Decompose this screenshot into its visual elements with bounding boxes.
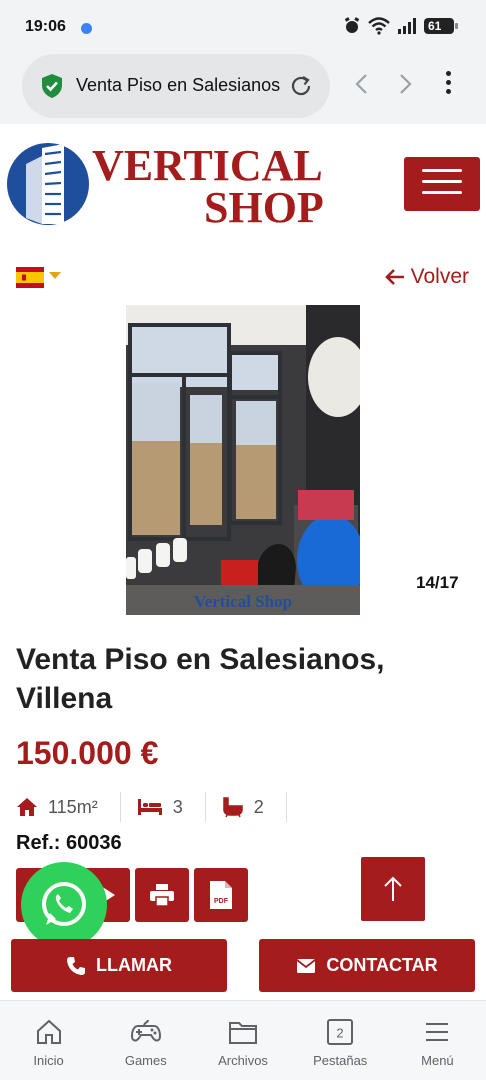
status-icons: 61 [343,17,458,35]
home-icon [36,1019,61,1044]
contact-button[interactable]: CONTACTAR [259,939,475,992]
bottom-nav-label: Inicio [33,1053,64,1068]
listing-reference: Ref.: 60036 [16,832,122,854]
listing-price: 150.000 € [16,735,159,771]
logo-text-shop: SHOP [204,183,324,232]
listing-title: Venta Piso en Salesianos, Villena [16,643,385,715]
arrow-up-icon [384,876,402,901]
battery-icon: 61 [424,18,458,34]
bedrooms-value: 3 [172,796,183,817]
spain-flag-icon[interactable] [16,267,44,288]
scroll-to-top-button[interactable] [361,857,425,921]
back-link-label: Volver [410,265,469,288]
status-bar: 19:06 61 [0,0,486,52]
hamburger-line [422,191,462,194]
site-logo[interactable]: VERTICAL SHOP [4,138,364,233]
language-dropdown-caret-icon[interactable] [49,272,61,279]
arrow-left-icon [384,269,404,285]
bottom-nav-label: Games [124,1053,167,1068]
pdf-button[interactable]: PDF [194,868,248,922]
pdf-icon: PDF [210,881,232,909]
page-title-in-address-bar[interactable]: Venta Piso en Salesianos, Villena - Vert… [76,75,281,96]
notification-dot-icon [81,23,92,34]
photo-watermark: Vertical Shop [194,592,292,611]
browser-toolbar: Venta Piso en Salesianos, Villena - Vert… [0,52,486,124]
whatsapp-icon [42,882,86,926]
phone-icon [67,956,85,975]
area-value: 115m² [48,796,98,817]
svg-text:PDF: PDF [214,898,229,905]
home-area-icon [17,798,37,816]
call-button[interactable]: LLAMAR [11,939,227,992]
back-link[interactable]: Volver [384,265,469,289]
alarm-icon [344,17,360,33]
battery-level: 61 [428,19,442,33]
envelope-icon [296,958,316,973]
hamburger-icon [426,1023,449,1041]
shield-check-icon [42,74,62,98]
print-button[interactable] [135,868,189,922]
kebab-menu-icon[interactable] [440,68,456,100]
bed-icon [137,799,162,815]
bottom-nav-tabs[interactable]: 2 Pestañas [292,1001,389,1080]
call-button-label: LLAMAR [96,955,172,975]
tabs-icon: 2 [327,1019,354,1045]
wifi-icon [368,17,390,35]
vertical-shop-logo-icon: VERTICAL SHOP [7,141,324,232]
feature-area: 115m² [16,792,121,822]
hamburger-line [422,169,462,172]
signal-icon [398,18,416,34]
contact-button-label: CONTACTAR [326,955,438,975]
bottom-nav-files[interactable]: Archivos [194,1001,291,1080]
bottom-nav-label: Archivos [218,1053,268,1068]
bottom-nav-label: Pestañas [313,1053,368,1068]
site-menu-button[interactable] [404,157,480,211]
hamburger-line [422,180,462,183]
photo-counter: 14/17 [416,573,459,592]
property-photo-image: Vertical Shop [126,305,360,615]
tab-count: 2 [337,1026,344,1041]
forward-arrow-icon[interactable] [395,72,415,96]
back-arrow-icon[interactable] [352,72,372,96]
bottom-nav-games[interactable]: Games [97,1001,194,1080]
property-photo[interactable]: Vertical Shop [126,305,360,615]
listing-features: 115m² 3 2 [16,792,287,822]
status-time: 19:06 [25,18,66,35]
reload-icon[interactable] [288,73,314,99]
bottom-nav-label: Menú [421,1053,454,1068]
folder-icon [229,1022,257,1044]
printer-icon [150,884,174,907]
whatsapp-button[interactable] [21,862,107,948]
bathrooms-value: 2 [253,796,264,817]
bottom-nav-home[interactable]: Inicio [0,1001,97,1080]
bottom-nav-menu[interactable]: Menú [389,1001,486,1080]
gamepad-icon [130,1019,161,1042]
bath-icon [222,797,243,818]
feature-bathrooms: 2 [222,792,287,822]
browser-bottom-nav: Inicio Games Archivos 2 Pestañas Menú [0,1000,486,1080]
feature-bedrooms: 3 [137,792,206,822]
address-bar[interactable]: Venta Piso en Salesianos, Villena - Vert… [22,54,330,118]
